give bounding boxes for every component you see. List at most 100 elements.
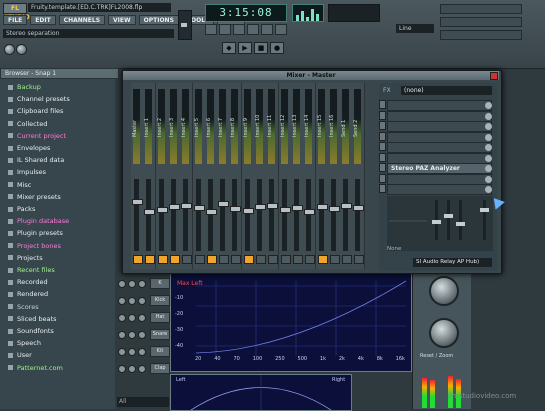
browser-folder[interactable]: Impulses: [2, 167, 112, 177]
track-enable-led[interactable]: [305, 255, 316, 264]
channel-knob[interactable]: [138, 331, 146, 339]
slot-mix-knob[interactable]: [485, 186, 492, 193]
eq-sliders[interactable]: [387, 196, 493, 251]
channel-button[interactable]: K: [150, 278, 170, 289]
slot-enable-led[interactable]: [379, 100, 386, 109]
slot-mix-knob[interactable]: [485, 123, 492, 130]
fx-slot[interactable]: [387, 121, 492, 132]
slot-enable-led[interactable]: [379, 152, 386, 162]
browser-folder[interactable]: Misc: [2, 180, 112, 190]
fader-handle[interactable]: [230, 206, 242, 212]
mixer-track[interactable]: Send 1: [340, 83, 354, 269]
browser-folder[interactable]: Projects: [2, 253, 112, 263]
track-enable-led[interactable]: [231, 255, 242, 264]
slot-mix-knob[interactable]: [485, 154, 492, 162]
main-volume-knob[interactable]: [4, 44, 15, 55]
master-volume-slider[interactable]: [178, 10, 192, 40]
track-enable-led[interactable]: [182, 255, 193, 264]
slot-mix-knob[interactable]: [485, 165, 492, 172]
playlist-button[interactable]: [205, 24, 217, 35]
range-knob[interactable]: [429, 276, 459, 306]
browser-folder[interactable]: Envelopes: [2, 143, 112, 153]
browser-title[interactable]: Browser - Snap 1: [0, 68, 119, 79]
browser-folder[interactable]: Clipboard files: [2, 106, 112, 116]
track-fader[interactable]: [318, 179, 324, 251]
channel-knob[interactable]: [128, 314, 136, 322]
fx-slot[interactable]: [387, 100, 492, 111]
channel-button[interactable]: Snare: [150, 329, 170, 340]
channel-knob[interactable]: [128, 348, 136, 356]
fx-slot[interactable]: [387, 173, 492, 185]
slot-enable-led[interactable]: [379, 121, 386, 130]
fader-handle[interactable]: [316, 204, 328, 210]
track-enable-led[interactable]: [157, 255, 168, 264]
browser-folder[interactable]: Soundfonts: [2, 326, 112, 336]
channel-knob[interactable]: [118, 331, 126, 339]
main-pitch-knob[interactable]: [16, 44, 27, 55]
fader-handle[interactable]: [279, 207, 291, 213]
mixer-track[interactable]: Insert 10: [254, 83, 267, 269]
channel-knob[interactable]: [138, 297, 146, 305]
slot-enable-led[interactable]: [379, 131, 386, 141]
fx-slot[interactable]: Stereo PAZ Analyzer: [387, 163, 492, 174]
browser-folder[interactable]: Speech: [2, 338, 112, 348]
menu-view[interactable]: VIEW: [108, 15, 136, 25]
output-route-select[interactable]: SI Audio Relay AP Hub): [413, 258, 492, 267]
mixer-button[interactable]: [261, 24, 273, 35]
mixer-track[interactable]: Insert 1: [143, 83, 157, 269]
fader-handle[interactable]: [181, 203, 193, 209]
mixer-track[interactable]: Insert 6: [204, 83, 218, 269]
fader-handle[interactable]: [132, 199, 143, 205]
browser-folder[interactable]: Scores: [2, 302, 112, 312]
song-position-display[interactable]: 3:15:08: [205, 4, 287, 22]
fx-slot[interactable]: [387, 110, 492, 122]
track-fader[interactable]: [244, 179, 250, 251]
play-icon[interactable]: ▶: [238, 42, 252, 54]
mixer-track[interactable]: Insert 12: [278, 83, 292, 269]
channel-knob[interactable]: [128, 280, 136, 288]
fader-handle[interactable]: [267, 203, 279, 209]
fx-name-field[interactable]: (none): [401, 86, 492, 95]
mixer-track[interactable]: Insert 16: [327, 83, 341, 269]
fader-handle[interactable]: [255, 204, 266, 210]
mixer-track[interactable]: Insert 14: [303, 83, 317, 269]
track-enable-led[interactable]: [354, 255, 365, 264]
menu-channels[interactable]: CHANNELS: [58, 15, 106, 25]
slot-enable-led[interactable]: [379, 163, 386, 172]
channel-knob[interactable]: [138, 280, 146, 288]
channel-knob[interactable]: [128, 331, 136, 339]
channel-knob[interactable]: [118, 314, 126, 322]
browser-folder[interactable]: Rendered: [2, 289, 112, 299]
fx-slot[interactable]: [387, 142, 492, 153]
fader-handle[interactable]: [328, 206, 340, 212]
browser-folder[interactable]: Sliced beats: [2, 314, 112, 324]
menu-edit[interactable]: EDIT: [30, 15, 56, 25]
mixer-track[interactable]: Insert 8: [229, 83, 243, 269]
channel-settings-button[interactable]: [275, 24, 287, 35]
browser-folder[interactable]: Project bones: [2, 241, 112, 251]
track-fader[interactable]: [330, 179, 336, 251]
fader-handle[interactable]: [218, 201, 230, 207]
menu-file[interactable]: FILE: [3, 15, 28, 25]
track-fader[interactable]: [146, 179, 152, 251]
track-fader[interactable]: [232, 179, 238, 251]
browser-folder[interactable]: Collected: [2, 119, 112, 129]
browser-folder[interactable]: Backup: [2, 82, 112, 92]
mixer-track[interactable]: Insert 7: [217, 83, 231, 269]
browser-folder[interactable]: Recorded: [2, 277, 112, 287]
fader-handle[interactable]: [353, 205, 365, 211]
fader-handle[interactable]: [205, 209, 217, 215]
track-fader[interactable]: [269, 179, 275, 251]
track-enable-led[interactable]: [342, 255, 353, 264]
track-enable-led[interactable]: [219, 255, 230, 264]
channel-knob[interactable]: [118, 280, 126, 288]
fx-slot[interactable]: [387, 131, 492, 143]
record-icon[interactable]: ●: [270, 42, 284, 54]
browser-folder[interactable]: Mixer presets: [2, 192, 112, 202]
track-fader[interactable]: [134, 179, 139, 251]
fader-handle[interactable]: [193, 205, 205, 211]
pattern-song-toggle-icon[interactable]: ◆: [222, 42, 236, 54]
mixer-title-bar[interactable]: Mixer - Master: [123, 71, 499, 80]
channel-knob[interactable]: [138, 365, 146, 373]
track-enable-led[interactable]: [169, 255, 180, 264]
